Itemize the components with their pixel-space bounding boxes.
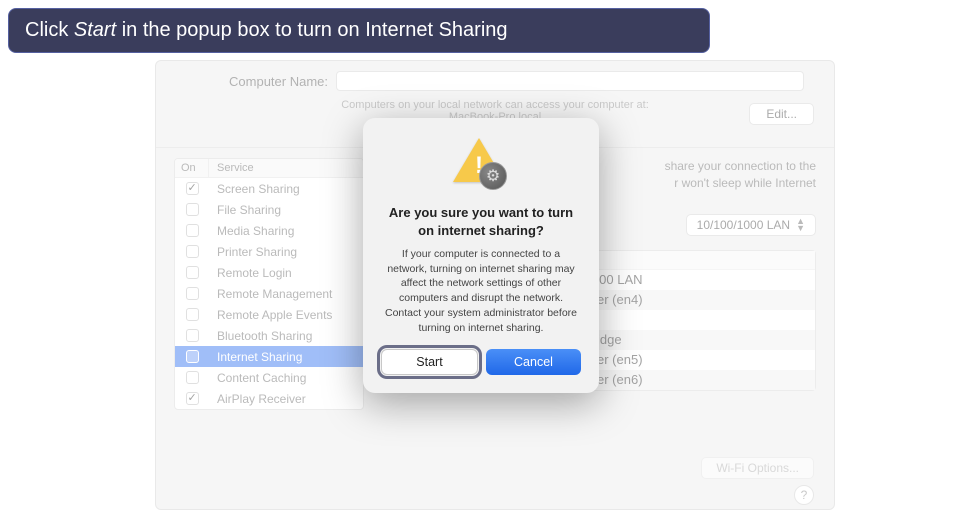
- service-label: File Sharing: [209, 203, 363, 217]
- service-row[interactable]: Remote Management: [175, 283, 363, 304]
- service-row[interactable]: Bluetooth Sharing: [175, 325, 363, 346]
- service-label: Printer Sharing: [209, 245, 363, 259]
- service-label: Content Caching: [209, 371, 363, 385]
- service-row[interactable]: Internet Sharing: [175, 346, 363, 367]
- share-connection-select[interactable]: 10/100/1000 LAN ▲▼: [686, 214, 816, 236]
- services-header: On Service: [175, 159, 363, 178]
- service-row[interactable]: File Sharing: [175, 199, 363, 220]
- help-button[interactable]: ?: [794, 485, 814, 505]
- service-row[interactable]: AirPlay Receiver: [175, 388, 363, 409]
- edit-button[interactable]: Edit...: [749, 103, 814, 125]
- instruction-suffix: in the popup box to turn on Internet Sha…: [116, 19, 507, 41]
- service-checkbox[interactable]: [186, 329, 199, 342]
- access-line1: Computers on your local network can acce…: [156, 99, 834, 111]
- col-service: Service: [209, 159, 363, 177]
- computer-name-label: Computer Name:: [196, 74, 336, 89]
- service-checkbox[interactable]: [186, 371, 199, 384]
- select-arrows-icon: ▲▼: [796, 218, 805, 231]
- service-checkbox[interactable]: [186, 392, 199, 405]
- service-label: Remote Management: [209, 287, 363, 301]
- service-row[interactable]: Media Sharing: [175, 220, 363, 241]
- instruction-em: Start: [74, 19, 116, 41]
- service-row[interactable]: Printer Sharing: [175, 241, 363, 262]
- computer-name-input[interactable]: [336, 71, 804, 91]
- service-checkbox[interactable]: [186, 350, 199, 363]
- col-on: On: [175, 159, 209, 177]
- service-checkbox[interactable]: [186, 224, 199, 237]
- start-button[interactable]: Start: [381, 349, 478, 375]
- dialog-title: Are you sure you want to turn on interne…: [381, 204, 581, 239]
- instruction-prefix: Click: [25, 19, 74, 41]
- service-checkbox[interactable]: [186, 287, 199, 300]
- service-label: Remote Apple Events: [209, 308, 363, 322]
- share-from-value: 10/100/1000 LAN: [697, 218, 790, 232]
- dialog-body: If your computer is connected to a netwo…: [381, 247, 581, 335]
- service-row[interactable]: Remote Apple Events: [175, 304, 363, 325]
- service-row[interactable]: Screen Sharing: [175, 178, 363, 199]
- cancel-button[interactable]: Cancel: [486, 349, 581, 375]
- service-label: AirPlay Receiver: [209, 392, 363, 406]
- computer-name-row: Computer Name:: [156, 61, 834, 95]
- service-label: Bluetooth Sharing: [209, 329, 363, 343]
- service-label: Screen Sharing: [209, 182, 363, 196]
- service-checkbox[interactable]: [186, 182, 199, 195]
- service-checkbox[interactable]: [186, 203, 199, 216]
- gear-icon: ⚙: [479, 162, 507, 190]
- service-checkbox[interactable]: [186, 266, 199, 279]
- service-label: Internet Sharing: [209, 350, 363, 364]
- service-row[interactable]: Remote Login: [175, 262, 363, 283]
- services-table: On Service Screen Sharing File Sharing Med…: [174, 158, 364, 410]
- service-checkbox[interactable]: [186, 245, 199, 258]
- confirm-dialog: ⚙ Are you sure you want to turn on inter…: [363, 118, 599, 393]
- service-row[interactable]: Content Caching: [175, 367, 363, 388]
- service-label: Media Sharing: [209, 224, 363, 238]
- service-label: Remote Login: [209, 266, 363, 280]
- instruction-banner: Click Start in the popup box to turn on …: [8, 8, 710, 53]
- wifi-options-button[interactable]: Wi-Fi Options...: [701, 457, 814, 479]
- service-checkbox[interactable]: [186, 308, 199, 321]
- warning-icon: ⚙: [453, 138, 509, 194]
